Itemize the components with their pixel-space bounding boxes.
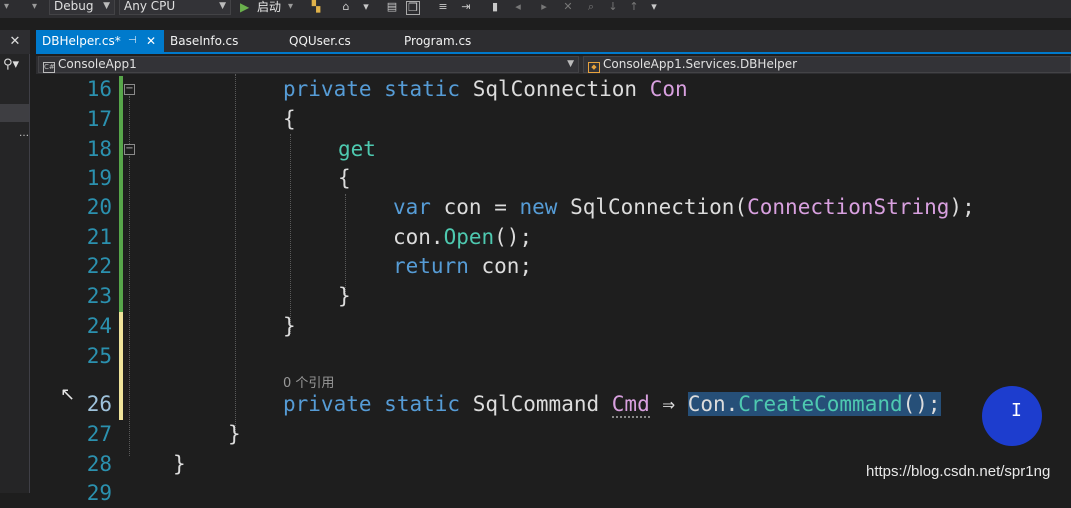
line-number: 18	[86, 137, 112, 161]
bookmark-prev-icon[interactable]: ◂	[512, 1, 524, 13]
code-line-26: private static SqlCommand Cmd ⇒ Con.Crea…	[283, 392, 941, 418]
chevron-down-icon: ▼	[103, 1, 110, 11]
watermark: https://blog.csdn.net/spr1ng	[866, 463, 1051, 480]
forward-dropdown-icon[interactable]: ▾	[32, 0, 37, 18]
line-number: 19	[86, 166, 112, 190]
find-icon[interactable]: ⌕	[585, 1, 597, 13]
arrow-up-icon[interactable]: ↑	[628, 1, 640, 13]
csharp-icon: C#	[43, 62, 55, 73]
code-line-19: {	[338, 166, 351, 190]
unsaved-changes-bar	[119, 312, 123, 420]
line-number: 25	[86, 344, 112, 368]
fold-line	[129, 156, 130, 456]
document-tabs: DBHelper.cs* ⊣ ✕ BaseInfo.cs QQUser.cs P…	[36, 30, 1071, 54]
format-icon[interactable]: ≡	[437, 1, 449, 13]
pin-icon[interactable]: ⊣	[128, 30, 137, 52]
line-number: 20	[86, 195, 112, 219]
saved-changes-bar	[119, 76, 123, 312]
search-icon[interactable]: ⚲▾	[3, 57, 19, 72]
line-number: 28	[86, 452, 112, 476]
tab-baseinfo[interactable]: BaseInfo.cs	[164, 30, 274, 52]
chevron-down-icon: ▼	[219, 1, 226, 11]
solution-explorer-icon[interactable]: ▤	[386, 1, 398, 13]
bookmark-clear-icon[interactable]: ✕	[562, 1, 574, 13]
collapse-icon[interactable]: −	[124, 84, 135, 95]
file-icon[interactable]: ▾	[360, 1, 372, 13]
line-number: 27	[86, 422, 112, 446]
class-icon: ◆	[588, 62, 600, 73]
code-line-20: var con = new SqlConnection(ConnectionSt…	[393, 195, 975, 219]
configuration-dropdown[interactable]: Debug ▼	[49, 0, 115, 15]
type-dropdown[interactable]: ◆ ConsoleApp1.Services.DBHelper	[583, 56, 1071, 73]
fold-line	[129, 96, 130, 144]
code-line-21: con.Open();	[393, 225, 533, 249]
indent-icon[interactable]: ⇥	[460, 1, 472, 13]
collapse-icon[interactable]: −	[124, 144, 135, 155]
start-dropdown-icon[interactable]: ▾	[288, 0, 293, 18]
line-number: 23	[86, 284, 112, 308]
arrow-down-icon[interactable]: ↓	[607, 1, 619, 13]
indent-guide	[345, 194, 346, 294]
mouse-pointer-icon: ↖	[60, 384, 76, 405]
tab-dbhelper[interactable]: DBHelper.cs* ⊣ ✕	[36, 30, 164, 52]
tab-program[interactable]: Program.cs	[398, 30, 508, 52]
code-line-18: get	[338, 137, 376, 161]
tab-qquser[interactable]: QQUser.cs	[283, 30, 393, 52]
toolbar: ▾ ▾ Debug ▼ Any CPU ▼ ▶ 启动 ▾ ▚ ⌂ ▾ ▤ ❐ ≡ ⇥…	[0, 0, 1071, 18]
text-cursor-icon: I	[1011, 400, 1022, 421]
platform-dropdown[interactable]: Any CPU ▼	[119, 0, 231, 15]
overflow-icon[interactable]: ▾	[648, 1, 660, 13]
close-icon[interactable]: ✕	[146, 30, 156, 52]
code-editor[interactable]: 16 17 18 19 20 21 22 23 24 25 26 27 28 2…	[0, 74, 1071, 505]
line-number: 22	[86, 254, 112, 278]
indent-guide	[235, 74, 236, 434]
bookmark-next-icon[interactable]: ▸	[538, 1, 550, 13]
line-number: 24	[86, 314, 112, 338]
start-button[interactable]: 启动	[257, 0, 281, 14]
back-icon[interactable]: ▾	[4, 0, 9, 18]
line-number: 17	[86, 107, 112, 131]
home-icon[interactable]: ⌂	[340, 1, 352, 13]
code-line-27: }	[228, 422, 241, 446]
indent-guide	[290, 134, 291, 334]
attach-icon[interactable]: ▚	[310, 1, 322, 13]
line-number: 21	[86, 225, 112, 249]
code-line-22: return con;	[393, 254, 533, 278]
start-icon[interactable]: ▶	[240, 0, 249, 14]
code-line-16: private static SqlConnection Con	[283, 77, 688, 101]
line-number: 29	[86, 481, 112, 505]
chevron-down-icon: ▼	[567, 59, 574, 69]
bookmark-icon[interactable]: ▮	[489, 1, 501, 13]
tab-underline	[36, 52, 1071, 54]
navigation-bar: C# ConsoleApp1 ▼ ◆ ConsoleApp1.Services.DBH…	[36, 56, 1071, 74]
code-line-23: }	[338, 284, 351, 308]
code-line-17: {	[283, 107, 296, 131]
code-line-24: }	[283, 314, 296, 338]
close-panel-icon[interactable]: ✕	[0, 30, 30, 54]
code-line-28: }	[173, 452, 186, 476]
project-dropdown[interactable]: C# ConsoleApp1 ▼	[38, 56, 579, 73]
line-number: 16	[86, 77, 112, 101]
copy-icon[interactable]: ❐	[406, 1, 420, 15]
